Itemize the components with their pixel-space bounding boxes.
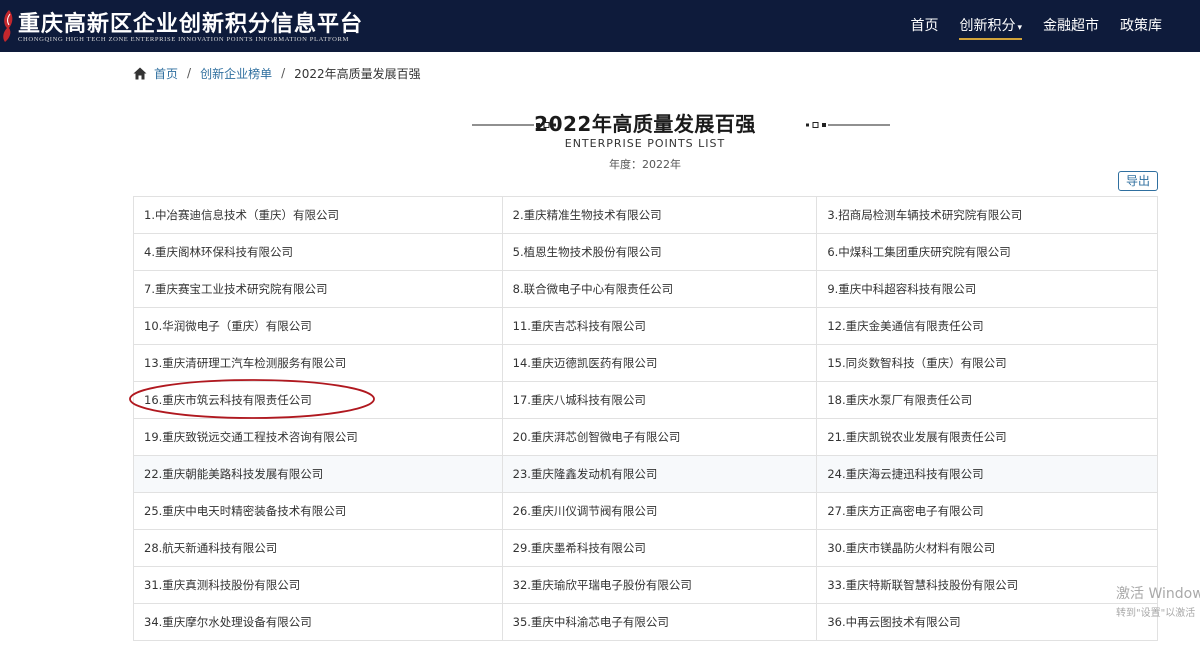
nav-innovation-points[interactable]: 创新积分 ▾ — [959, 0, 1022, 52]
table-row: 4.重庆阁林环保科技有限公司 5.植恩生物技术股份有限公司 6.中煤科工集团重庆研究… — [134, 234, 1158, 271]
table-row: 10.华润微电子（重庆）有限公司 11.重庆吉芯科技有限公司 12.重庆金美通信有限… — [134, 308, 1158, 345]
company-cell[interactable]: 14.重庆迈德凯医药有限公司 — [502, 345, 818, 382]
company-cell[interactable]: 21.重庆凯锐农业发展有限责任公司 — [817, 419, 1158, 456]
watermark-line2: 转到"设置"以激活 — [1116, 608, 1196, 619]
company-cell[interactable]: 25.重庆中电天时精密装备技术有限公司 — [134, 493, 503, 530]
table-row: 16.重庆市筑云科技有限责任公司 17.重庆八城科技有限公司 18.重庆水泵厂有限责… — [134, 382, 1158, 419]
company-cell[interactable]: 33.重庆特斯联智慧科技股份有限公司 — [817, 567, 1158, 604]
nav-policy-library-label: 政策库 — [1120, 18, 1162, 34]
logo-emblem-icon — [3, 10, 13, 42]
breadcrumb-current: 2022年高质量发展百强 — [294, 66, 421, 81]
watermark-line1: 激活 Window — [1116, 586, 1200, 602]
company-cell[interactable]: 16.重庆市筑云科技有限责任公司 — [134, 382, 503, 419]
table-row: 25.重庆中电天时精密装备技术有限公司 26.重庆川仪调节阀有限公司 27.重庆方正… — [134, 493, 1158, 530]
company-cell[interactable]: 35.重庆中科渝芯电子有限公司 — [502, 604, 818, 641]
title-left-ornament — [472, 122, 556, 128]
company-cell[interactable]: 36.中再云图技术有限公司 — [817, 604, 1158, 641]
home-icon — [133, 67, 147, 79]
company-cell[interactable]: 9.重庆中科超容科技有限公司 — [817, 271, 1158, 308]
company-cell[interactable]: 19.重庆致锐远交通工程技术咨询有限公司 — [134, 419, 503, 456]
site-subtitle: CHONGQING HIGH TECH ZONE ENTERPRISE INNO… — [18, 36, 349, 43]
table-row: 1.中冶赛迪信息技术（重庆）有限公司 2.重庆精准生物技术有限公司 3.招商局检测车… — [134, 197, 1158, 234]
main-nav: 首页 创新积分 ▾ 金融超市 政策库 — [889, 0, 1162, 52]
company-cell[interactable]: 12.重庆金美通信有限责任公司 — [817, 308, 1158, 345]
nav-innovation-points-label: 创新积分 — [959, 18, 1016, 34]
table-row: 7.重庆赛宝工业技术研究院有限公司 8.联合微电子中心有限责任公司 9.重庆中科超容… — [134, 271, 1158, 308]
company-cell[interactable]: 26.重庆川仪调节阀有限公司 — [502, 493, 818, 530]
title-right-ornament — [806, 122, 890, 128]
company-cell[interactable]: 28.航天新通科技有限公司 — [134, 530, 503, 567]
company-cell[interactable]: 24.重庆海云捷迅科技有限公司 — [817, 456, 1158, 493]
company-cell[interactable]: 3.招商局检测车辆技术研究院有限公司 — [817, 197, 1158, 234]
breadcrumb-separator: / — [187, 66, 192, 80]
site-title: 重庆高新区企业创新积分信息平台 — [18, 11, 364, 37]
export-button[interactable]: 导出 — [1118, 171, 1158, 191]
table-row: 19.重庆致锐远交通工程技术咨询有限公司 20.重庆湃芯创智微电子有限公司 21.重… — [134, 419, 1158, 456]
nav-policy-library[interactable]: 政策库 — [1120, 0, 1162, 52]
table-row: 22.重庆朝能美路科技发展有限公司 23.重庆隆鑫发动机有限公司 24.重庆海云捷迅… — [134, 456, 1158, 493]
company-cell[interactable]: 30.重庆市镁晶防火材料有限公司 — [817, 530, 1158, 567]
company-cell[interactable]: 13.重庆清研理工汽车检测服务有限公司 — [134, 345, 503, 382]
company-cell[interactable]: 27.重庆方正高密电子有限公司 — [817, 493, 1158, 530]
company-cell[interactable]: 4.重庆阁林环保科技有限公司 — [134, 234, 503, 271]
company-table: 1.中冶赛迪信息技术（重庆）有限公司 2.重庆精准生物技术有限公司 3.招商局检测车… — [133, 196, 1158, 641]
company-cell[interactable]: 17.重庆八城科技有限公司 — [502, 382, 818, 419]
breadcrumb-separator: / — [281, 66, 286, 80]
page-heading: 2022年高质量发展百强 — [0, 108, 1200, 137]
company-cell[interactable]: 2.重庆精准生物技术有限公司 — [502, 197, 818, 234]
nav-finance-market-label: 金融超市 — [1043, 18, 1099, 34]
page-subtitle: ENTERPRISE POINTS LIST — [564, 137, 726, 150]
company-cell[interactable]: 15.同炎数智科技（重庆）有限公司 — [817, 345, 1158, 382]
chevron-down-icon: ▾ — [1017, 23, 1022, 33]
company-cell[interactable]: 6.中煤科工集团重庆研究院有限公司 — [817, 234, 1158, 271]
company-cell[interactable]: 18.重庆水泵厂有限责任公司 — [817, 382, 1158, 419]
company-cell[interactable]: 8.联合微电子中心有限责任公司 — [502, 271, 818, 308]
top-navbar: 重庆高新区企业创新积分信息平台 CHONGQING HIGH TECH ZONE… — [0, 0, 1200, 52]
company-cell[interactable]: 5.植恩生物技术股份有限公司 — [502, 234, 818, 271]
table-row: 28.航天新通科技有限公司 29.重庆墨希科技有限公司 30.重庆市镁晶防火材料有限… — [134, 530, 1158, 567]
company-cell[interactable]: 23.重庆隆鑫发动机有限公司 — [502, 456, 818, 493]
nav-home[interactable]: 首页 — [910, 0, 938, 52]
company-cell[interactable]: 7.重庆赛宝工业技术研究院有限公司 — [134, 271, 503, 308]
breadcrumb-home[interactable]: 首页 — [154, 65, 178, 82]
breadcrumb: 首页 / 创新企业榜单 / 2022年高质量发展百强 — [133, 64, 421, 82]
site-logo[interactable]: 重庆高新区企业创新积分信息平台 CHONGQING HIGH TECH ZONE… — [0, 0, 380, 52]
windows-activation-watermark: 激活 Window 转到"设置"以激活 — [1116, 583, 1200, 619]
table-row: 34.重庆摩尔水处理设备有限公司 35.重庆中科渝芯电子有限公司 36.中再云图技术… — [134, 604, 1158, 641]
company-cell[interactable]: 22.重庆朝能美路科技发展有限公司 — [134, 456, 503, 493]
table-row: 13.重庆清研理工汽车检测服务有限公司 14.重庆迈德凯医药有限公司 15.同炎数智… — [134, 345, 1158, 382]
company-cell[interactable]: 1.中冶赛迪信息技术（重庆）有限公司 — [134, 197, 503, 234]
company-cell[interactable]: 11.重庆吉芯科技有限公司 — [502, 308, 818, 345]
company-cell[interactable]: 29.重庆墨希科技有限公司 — [502, 530, 818, 567]
year-label: 年度：2022年 — [609, 158, 681, 171]
table-row: 31.重庆真测科技股份有限公司 32.重庆瑜欣平瑞电子股份有限公司 33.重庆特斯联… — [134, 567, 1158, 604]
nav-finance-market[interactable]: 金融超市 — [1043, 0, 1099, 52]
nav-home-label: 首页 — [910, 18, 939, 34]
company-cell[interactable]: 10.华润微电子（重庆）有限公司 — [134, 308, 503, 345]
company-cell[interactable]: 32.重庆瑜欣平瑞电子股份有限公司 — [502, 567, 818, 604]
company-cell[interactable]: 20.重庆湃芯创智微电子有限公司 — [502, 419, 818, 456]
company-cell[interactable]: 31.重庆真测科技股份有限公司 — [134, 567, 503, 604]
breadcrumb-ranking-list[interactable]: 创新企业榜单 — [200, 65, 272, 82]
company-cell[interactable]: 34.重庆摩尔水处理设备有限公司 — [134, 604, 503, 641]
